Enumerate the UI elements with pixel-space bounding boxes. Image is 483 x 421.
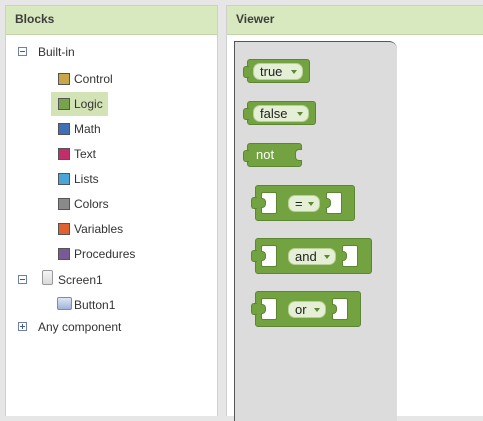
button1-label: Button1	[74, 298, 116, 312]
output-plug-icon	[243, 150, 249, 162]
left-operand-socket[interactable]	[261, 192, 277, 214]
or-operator-dropdown[interactable]: or	[288, 301, 326, 318]
true-dropdown[interactable]: true	[253, 63, 303, 80]
input-socket-icon	[295, 149, 302, 161]
drawer-item-logic[interactable]: Logic	[51, 92, 108, 116]
drawer-item-label: Lists	[74, 172, 99, 186]
output-plug-icon	[251, 197, 257, 209]
right-operand-socket[interactable]	[342, 245, 358, 267]
drawer-item-label: Math	[74, 122, 101, 136]
drawer-item-lists[interactable]: Lists	[51, 167, 108, 191]
logic-true-block[interactable]: true	[243, 59, 310, 83]
collapse-icon[interactable]	[18, 47, 27, 56]
or-label: or	[295, 302, 307, 317]
blocks-flyout[interactable]: true false not = and or	[234, 41, 397, 421]
collapse-icon[interactable]	[18, 275, 27, 284]
screen1-label: Screen1	[58, 273, 103, 287]
drawer-item-label: Text	[74, 147, 97, 161]
drawer-item-label: Colors	[74, 197, 109, 211]
drawer-item-label: Logic	[74, 97, 103, 111]
output-plug-icon	[243, 108, 249, 120]
blocks-panel: Blocks Built-in Control Logic Math Text …	[5, 5, 218, 416]
drawer-item-label: Variables	[74, 222, 124, 236]
right-operand-socket[interactable]	[332, 298, 348, 320]
expand-icon[interactable]	[18, 322, 27, 331]
tree-builtin[interactable]: Built-in	[6, 41, 206, 63]
left-operand-socket[interactable]	[261, 245, 277, 267]
equals-label: =	[295, 196, 303, 211]
tree-button1[interactable]: Button1	[6, 294, 206, 316]
viewer-panel-title: Viewer	[227, 6, 483, 35]
logic-false-block[interactable]: false	[243, 101, 316, 125]
true-label: true	[260, 64, 283, 79]
logic-not-block[interactable]: not	[243, 143, 302, 167]
colors-color-swatch-icon	[58, 198, 70, 210]
drawer-item-text[interactable]: Text	[51, 142, 108, 166]
dropdown-arrow-icon	[291, 70, 297, 74]
and-label: and	[295, 249, 317, 264]
any-component-label: Any component	[38, 320, 122, 334]
dropdown-arrow-icon	[308, 202, 314, 206]
output-plug-icon	[251, 250, 257, 262]
drawer-item-colors[interactable]: Colors	[51, 192, 109, 216]
false-label: false	[260, 106, 288, 121]
logic-or-block[interactable]: or	[251, 291, 361, 327]
and-operator-dropdown[interactable]: and	[288, 248, 336, 265]
drawer-item-math[interactable]: Math	[51, 117, 108, 141]
right-operand-socket[interactable]	[326, 192, 342, 214]
drawer-item-variables[interactable]: Variables	[51, 217, 123, 241]
procedures-color-swatch-icon	[58, 248, 70, 260]
logic-color-swatch-icon	[58, 98, 70, 110]
not-label: not	[256, 147, 275, 162]
dropdown-arrow-icon	[297, 112, 303, 116]
blocks-panel-title: Blocks	[6, 6, 217, 35]
builtin-label: Built-in	[38, 45, 75, 59]
tree-screen1[interactable]: Screen1	[6, 269, 206, 291]
text-color-swatch-icon	[58, 148, 70, 160]
drawer-item-procedures[interactable]: Procedures	[51, 242, 135, 266]
left-operand-socket[interactable]	[261, 298, 277, 320]
drawer-item-control[interactable]: Control	[51, 67, 113, 91]
dropdown-arrow-icon	[324, 255, 330, 259]
logic-and-block[interactable]: and	[251, 238, 372, 274]
drawer-item-label: Procedures	[74, 247, 136, 261]
variables-color-swatch-icon	[58, 223, 70, 235]
screen-icon	[42, 270, 53, 285]
button-component-icon	[57, 297, 72, 310]
lists-color-swatch-icon	[58, 173, 70, 185]
false-dropdown[interactable]: false	[253, 105, 309, 122]
drawer-item-label: Control	[74, 72, 113, 86]
tree-any-component[interactable]: Any component	[6, 316, 206, 338]
compare-operator-dropdown[interactable]: =	[288, 195, 320, 212]
control-color-swatch-icon	[58, 73, 70, 85]
logic-compare-block[interactable]: =	[251, 185, 355, 221]
output-plug-icon	[243, 66, 249, 78]
output-plug-icon	[251, 303, 257, 315]
viewer-panel: Viewer true false not = and or	[226, 5, 483, 421]
math-color-swatch-icon	[58, 123, 70, 135]
dropdown-arrow-icon	[314, 308, 320, 312]
